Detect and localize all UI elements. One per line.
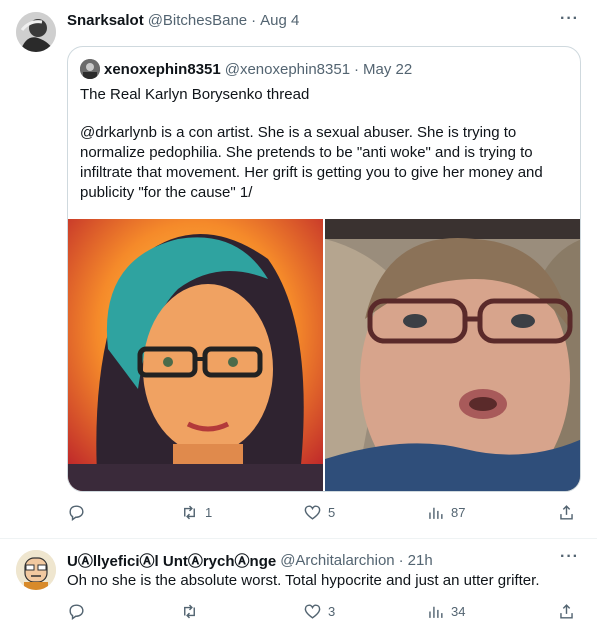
quoted-tweet-body: @drkarlynb is a con artist. She is a sex…: [80, 124, 543, 201]
view-count: 87: [451, 505, 466, 520]
author-name[interactable]: Snarksalot: [67, 12, 144, 29]
tweet-date[interactable]: Aug 4: [260, 12, 299, 29]
quoted-tweet[interactable]: xenoxephin8351 @xenoxephin8351 · May 22 …: [67, 46, 581, 492]
more-icon[interactable]: ···: [560, 10, 579, 28]
quoted-author-handle: @xenoxephin8351: [224, 60, 351, 78]
reply-author-name[interactable]: UⒶllyeficiⒶl UntⒶrychⒶnge: [67, 550, 276, 571]
reply-reply-button[interactable]: [67, 602, 92, 621]
quoted-tweet-header: xenoxephin8351 @xenoxephin8351 · May 22: [80, 59, 412, 79]
reply-share-button[interactable]: [557, 602, 576, 621]
reply-author-avatar[interactable]: [16, 550, 56, 590]
reply-text: Oh no she is the absolute worst. Total h…: [67, 572, 540, 589]
reply-icon: [69, 505, 84, 522]
quoted-media: [68, 219, 580, 491]
retweet-icon: [184, 505, 195, 520]
retweet-count: 1: [205, 505, 213, 520]
reply-like-button[interactable]: 3: [303, 602, 335, 621]
quoted-tweet-title: The Real Karlyn Borysenko thread: [80, 86, 310, 103]
reply-retweet-button[interactable]: [180, 602, 205, 621]
reply-header: UⒶllyeficiⒶl UntⒶrychⒶnge @Architalarchi…: [67, 550, 433, 571]
media-image-illustration[interactable]: [68, 219, 323, 491]
views-icon: [429, 606, 443, 618]
reply-date[interactable]: 21h: [408, 552, 433, 569]
tweet-divider: [0, 538, 597, 539]
author-avatar-image: [16, 12, 56, 52]
tweet-action-bar: 1 5 87: [67, 503, 581, 527]
reply-more-icon[interactable]: ···: [560, 548, 579, 566]
reply-icon: [69, 604, 84, 621]
quoted-header-separator: ·: [354, 60, 360, 78]
quoted-author-avatar: [80, 59, 100, 79]
tweet-header: Snarksalot @BitchesBane · Aug 4: [67, 12, 299, 29]
quoted-author-name: xenoxephin8351: [104, 60, 221, 78]
reply-author-handle[interactable]: @Architalarchion: [280, 552, 394, 569]
retweet-icon: [184, 604, 195, 619]
reply-like-count: 3: [328, 604, 336, 619]
like-icon: [304, 604, 321, 619]
views-button[interactable]: 87: [426, 503, 465, 522]
header-separator: ·: [251, 12, 257, 29]
share-icon: [560, 505, 573, 520]
like-button[interactable]: 5: [303, 503, 335, 522]
media-image-photo[interactable]: [325, 219, 580, 491]
like-icon: [304, 505, 321, 520]
author-avatar[interactable]: [16, 12, 56, 52]
views-icon: [429, 507, 443, 519]
share-icon: [560, 604, 573, 619]
author-handle[interactable]: @BitchesBane: [148, 12, 247, 29]
reply-author-avatar-image: [16, 550, 56, 590]
retweet-button[interactable]: 1: [180, 503, 212, 522]
reply-view-count: 34: [451, 604, 466, 619]
reply-button[interactable]: [67, 503, 92, 522]
quoted-tweet-date: May 22: [363, 60, 413, 78]
reply-action-bar: 3 34: [67, 602, 581, 626]
share-button[interactable]: [557, 503, 576, 522]
reply-views-button[interactable]: 34: [426, 602, 465, 621]
reply-header-separator: ·: [398, 552, 404, 569]
like-count: 5: [328, 505, 336, 520]
